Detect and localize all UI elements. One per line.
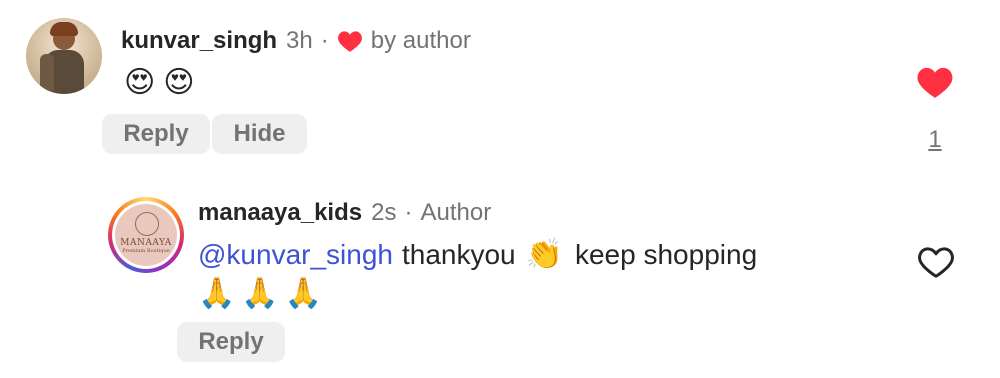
avatar-manaaya-kids: MANAAYA Premium Boutique: [115, 204, 177, 266]
reply-username[interactable]: manaaya_kids: [198, 199, 362, 227]
comment-header: kunvar_singh 3h · by author: [121, 24, 471, 58]
author-liked-heart-icon: [337, 29, 363, 53]
comment-like-heart-icon[interactable]: [916, 64, 954, 105]
reply-text-line: @kunvar_singh thankyou 👏 keep shopping: [198, 234, 757, 276]
avatar-logo-subtext: Premium Boutique: [122, 248, 170, 254]
reply-time: 2s: [371, 199, 397, 226]
reply-separator: ·: [404, 199, 413, 226]
avatar-kunvar-singh[interactable]: [26, 18, 102, 94]
heart-eyes-emoji: 😍: [163, 66, 195, 99]
avatar-ring-gap: MANAAYA Premium Boutique: [112, 201, 180, 269]
comment-like-count[interactable]: 1: [926, 126, 944, 154]
reply-emoji-line: 🙏 🙏 🙏: [198, 276, 322, 312]
folded-hands-emoji: 🙏: [198, 277, 236, 310]
reply-text-part1: thankyou: [401, 239, 516, 270]
folded-hands-emoji: 🙏: [284, 277, 323, 310]
comment-body: 😍 😍: [124, 64, 195, 102]
avatar-logo-text: MANAAYA: [120, 238, 172, 248]
comment-time: 3h: [286, 27, 313, 54]
comment-hide-button[interactable]: Hide: [212, 114, 307, 154]
mention-link[interactable]: @kunvar_singh: [198, 239, 393, 271]
comment-username[interactable]: kunvar_singh: [121, 27, 277, 55]
reply-header: manaaya_kids 2s · Author: [198, 196, 491, 230]
avatar-figure-turban: [50, 22, 78, 36]
mother-child-logo-icon: [135, 212, 159, 236]
author-badge: Author: [420, 199, 492, 226]
reply-like-heart-outline-icon[interactable]: [917, 244, 955, 285]
clapping-hands-emoji: 👏: [525, 238, 563, 271]
avatar-figure-bag: [40, 54, 54, 94]
liked-by-author-label: by author: [370, 27, 471, 54]
heart-eyes-emoji: 😍: [124, 66, 156, 99]
avatar-manaaya-kids-story-ring[interactable]: MANAAYA Premium Boutique: [108, 197, 184, 273]
comment-reply-button[interactable]: Reply: [102, 114, 210, 154]
reply-text-part2: keep shopping: [574, 239, 758, 270]
folded-hands-emoji: 🙏: [241, 277, 279, 310]
comment-separator: ·: [320, 27, 329, 54]
reply-reply-button[interactable]: Reply: [177, 322, 285, 362]
